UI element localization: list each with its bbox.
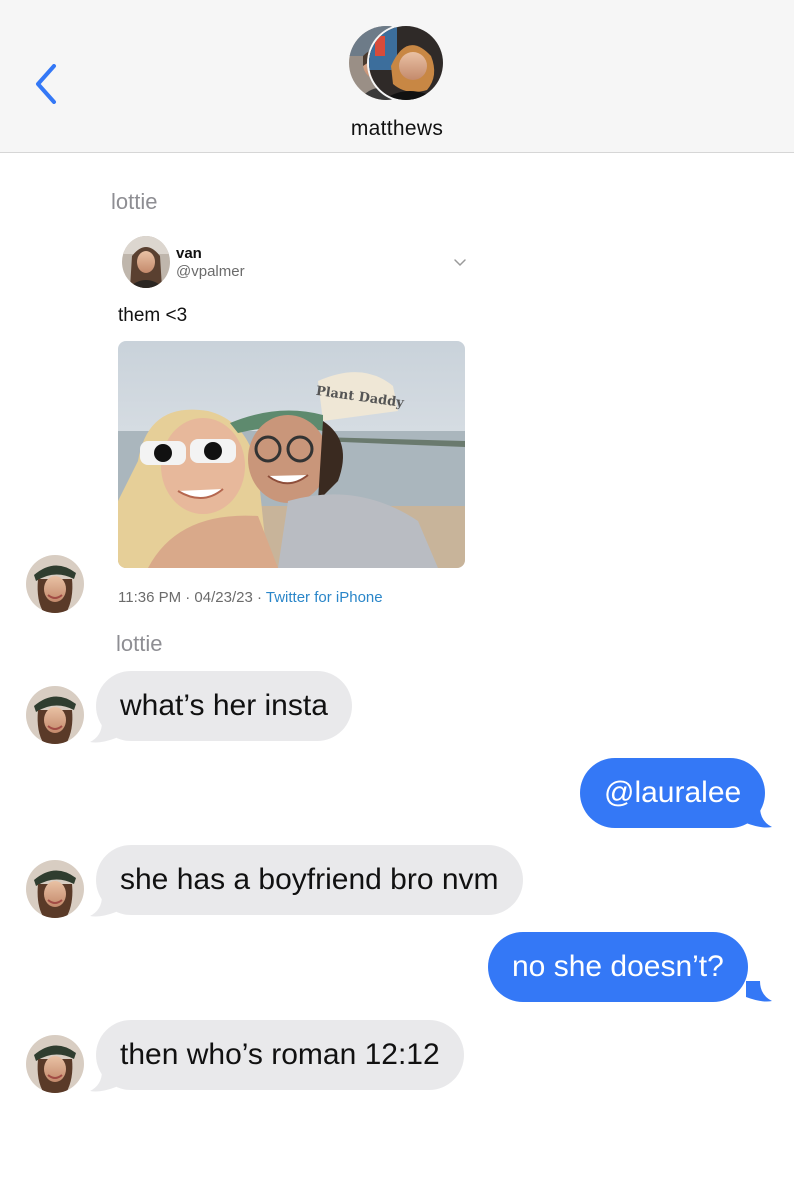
- chevron-down-icon: [454, 259, 466, 267]
- message-bubble-outgoing[interactable]: @lauralee: [580, 758, 766, 828]
- tweet-text: them <3: [118, 305, 188, 326]
- sender-name: lottie: [111, 189, 158, 214]
- tweet-card[interactable]: van @vpalmer them <3 Plant Daddy 11:36 P…: [118, 236, 478, 616]
- group-avatar[interactable]: [347, 24, 447, 104]
- tweet-handle[interactable]: @vpalmer: [176, 263, 245, 280]
- message-bubble-incoming[interactable]: she has a boyfriend bro nvm: [96, 845, 523, 915]
- message-bubble-outgoing[interactable]: no she doesn’t?: [488, 932, 748, 1002]
- contact-avatar[interactable]: [26, 860, 84, 918]
- contact-avatar[interactable]: [26, 555, 84, 613]
- contact-avatar[interactable]: [26, 686, 84, 744]
- conversation-header: matthews: [0, 0, 794, 153]
- chevron-left-icon: [36, 64, 56, 104]
- sender-name: lottie: [116, 631, 163, 656]
- bubble-tail: [746, 981, 772, 1002]
- avatar: [367, 24, 445, 102]
- message-bubble-incoming[interactable]: what’s her insta: [96, 671, 352, 741]
- back-button[interactable]: [26, 58, 66, 110]
- tweet-photo[interactable]: Plant Daddy: [118, 341, 465, 568]
- tweet-meta: 11:36 PM · 04/23/23 · Twitter for iPhone: [118, 589, 383, 606]
- tweet-author-avatar[interactable]: [122, 236, 170, 288]
- conversation-title[interactable]: matthews: [0, 117, 794, 141]
- message-bubble-incoming[interactable]: then who’s roman 12:12: [96, 1020, 464, 1090]
- tweet-source-link[interactable]: Twitter for iPhone: [266, 589, 383, 606]
- tweet-display-name[interactable]: van: [176, 245, 202, 262]
- tweet-menu-button[interactable]: [452, 256, 468, 270]
- contact-avatar[interactable]: [26, 1035, 84, 1093]
- tweet-timestamp: 11:36 PM · 04/23/23 ·: [118, 589, 266, 606]
